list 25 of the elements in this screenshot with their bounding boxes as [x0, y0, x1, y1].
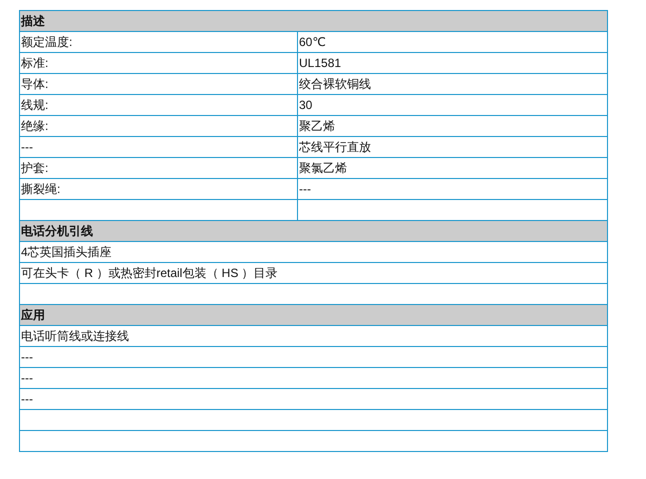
table-cell-text: 4芯英国插头插座: [20, 244, 112, 260]
section-heading: 描述: [20, 11, 607, 32]
table-cell-text: ---: [20, 349, 33, 366]
table-cell-text: ---: [20, 139, 34, 156]
table-cell-text: ---: [20, 391, 33, 408]
table-cell: UL1581: [297, 53, 607, 73]
table-cell: ---: [297, 179, 607, 199]
table-cell-text: ---: [20, 370, 33, 387]
table-cell: 绞合裸软铜线: [297, 74, 607, 94]
section-heading: 应用: [20, 305, 607, 326]
table-cell-text: 线规:: [20, 96, 50, 114]
table-cell: 聚氯乙烯: [297, 158, 607, 178]
table-cell-text: 标准:: [20, 54, 50, 72]
table-cell-text: 额定温度:: [20, 34, 74, 50]
section-heading: 电话分机引线: [20, 221, 607, 242]
table-cell: 30: [297, 95, 607, 115]
table-cell-text: 撕裂绳:: [20, 180, 62, 198]
table-cell: 芯线平行直放: [297, 137, 607, 157]
table-cell-text: 导体:: [20, 76, 50, 92]
table-cell: 聚乙烯: [297, 116, 607, 136]
table-cell-text: 绝缘:: [20, 118, 50, 134]
table-cell: 60℃: [297, 32, 607, 52]
table-cell-text: 电话听筒线或连接线: [20, 328, 129, 344]
table-cell-text: 护套:: [20, 160, 50, 176]
table-cell-text: 可在头卡（ R ）或热密封retail包装（ HS ）目录: [20, 264, 278, 282]
